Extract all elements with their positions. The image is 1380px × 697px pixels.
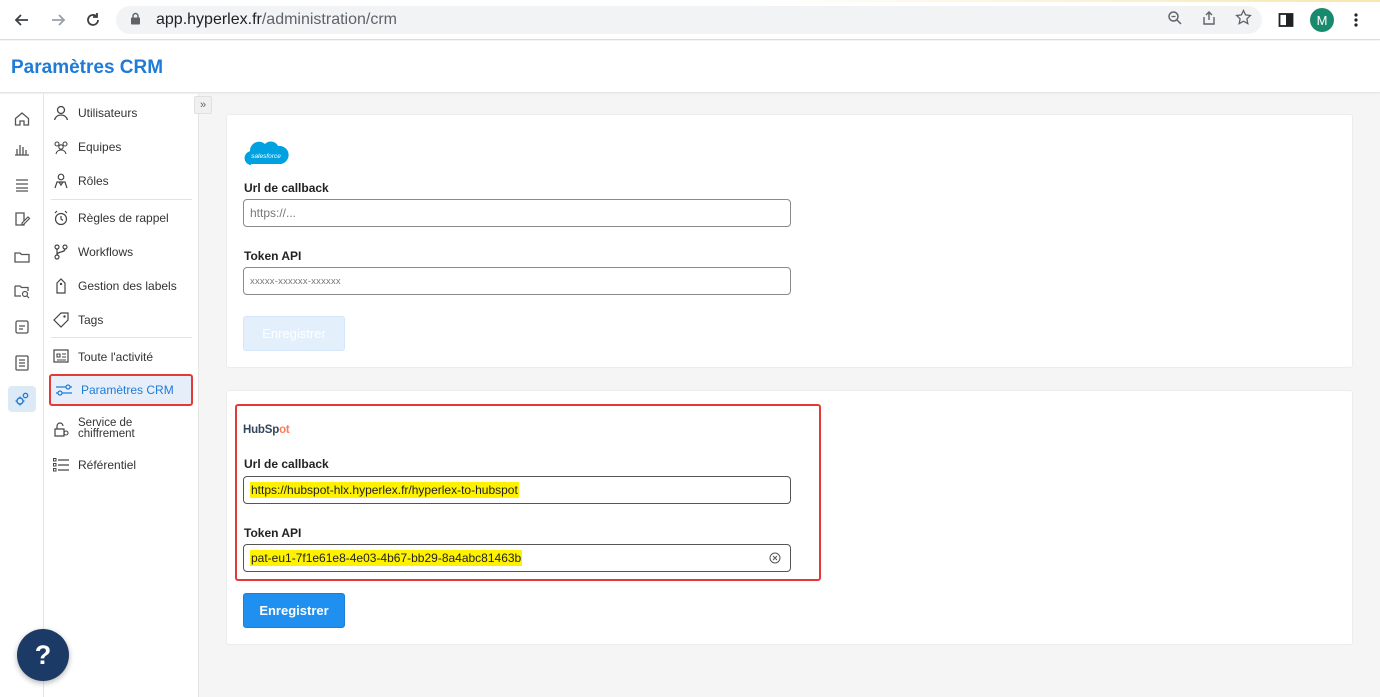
bookmark-star-icon[interactable] [1235,8,1252,31]
profile-avatar[interactable]: M [1310,8,1334,32]
hs-callback-value: https://hubspot-hlx.hyperlex.fr/hyperlex… [250,482,519,498]
share-icon[interactable] [1201,10,1217,31]
sf-callback-input[interactable]: https://... [243,199,791,227]
sf-token-input[interactable]: xxxxx-xxxxxx-xxxxxx [243,267,791,295]
help-button[interactable]: ? [17,629,69,681]
hs-token-value: pat-eu1-7f1e61e8-4e03-4b67-bb29-8a4abc81… [250,550,523,566]
nav-item-equipes[interactable]: Equipes [52,138,192,156]
zoom-icon[interactable] [1167,10,1183,31]
url-path: /administration/crm [261,11,397,28]
hubspot-logo-text: HubSp [243,424,280,436]
sf-token-label: Token API [244,249,302,263]
hs-callback-input[interactable]: https://hubspot-hlx.hyperlex.fr/hyperlex… [243,476,791,504]
workflow-icon [54,244,68,260]
browser-toolbar: app.hyperlex.fr/administration/crm M [0,0,1380,40]
hs-save-button[interactable]: Enregistrer [243,593,345,628]
sf-callback-label: Url de callback [244,181,329,195]
nav-item-label: Rôles [78,174,109,188]
sf-token-placeholder: xxxxx-xxxxxx-xxxxxx [250,275,341,287]
role-icon [54,173,68,189]
reload-icon[interactable] [81,8,105,32]
app-header: Paramètres CRM [0,41,1380,93]
encryption-icon [54,422,69,437]
team-icon [54,141,68,155]
sf-callback-placeholder: https://... [250,206,297,220]
salesforce-card: salesforce Url de callback https://... T… [226,114,1353,368]
address-bar[interactable]: app.hyperlex.fr/administration/crm [116,6,1262,34]
tag-icon [53,312,69,328]
nav-item-label: Référentiel [78,458,137,472]
forward-icon[interactable] [46,8,70,32]
hubspot-card: HubSpot Url de callback https://hubspot-… [226,390,1353,645]
salesforce-logo-text: salesforce [251,153,281,160]
folder-icon[interactable] [8,244,36,270]
sf-save-button[interactable]: Enregistrer [243,316,345,351]
alarm-icon [54,210,68,226]
nav-item-service-de-chiffrement[interactable]: Service de chiffrement [52,416,192,442]
url-host: app.hyperlex.fr [156,11,262,28]
nav-item-referentiel[interactable]: Référentiel [52,456,192,474]
nav-item-label: Workflows [78,245,134,259]
hubspot-logo-sprocket: ot [279,424,290,436]
user-icon [53,105,69,121]
nav-item-label: Utilisateurs [78,106,138,120]
chart-icon[interactable] [8,136,36,162]
nav-item-label-two-line: Service de chiffrement [78,417,135,440]
nav-item-label: Gestion des labels [78,279,177,293]
settings-icon[interactable] [8,386,36,412]
hs-callback-label: Url de callback [244,457,329,471]
nav-item-label: Règles de rappel [78,211,169,225]
hubspot-logo: HubSpot [243,424,290,436]
hs-token-label: Token API [244,526,302,540]
nav-item-gestion-des-labels[interactable]: Gestion des labels [52,277,192,295]
nav-divider [51,337,192,338]
nav-item-workflows[interactable]: Workflows [52,243,192,261]
lock-icon [130,12,148,28]
hs-token-input[interactable]: pat-eu1-7f1e61e8-4e03-4b67-bb29-8a4abc81… [243,544,791,572]
collapse-sidebar-icon[interactable]: » [194,96,212,114]
crm-settings-icon [56,384,72,396]
nav-item-parametres-crm[interactable]: Paramètres CRM [49,374,193,406]
back-icon[interactable] [10,8,34,32]
edit-doc-icon[interactable] [8,206,36,232]
nav-item-regles-de-rappel[interactable]: Règles de rappel [52,209,192,227]
side-panel-icon[interactable] [1278,8,1294,32]
nav-item-label: Paramètres CRM [81,383,174,397]
icon-rail [0,94,44,697]
browser-top-accent [0,0,1380,2]
nav-item-label: Toute l'activité [78,350,153,364]
avatar[interactable]: M [1310,8,1334,32]
nav-item-toute-lactivite[interactable]: Toute l'activité [52,348,192,366]
document-icon[interactable] [8,314,36,340]
folder-search-icon[interactable] [8,278,36,304]
nav-item-label-line2: chiffrement [78,428,135,440]
label-icon [56,278,66,294]
nav-item-utilisateurs[interactable]: Utilisateurs [52,104,192,122]
nav-item-roles[interactable]: Rôles [52,172,192,190]
salesforce-logo: salesforce [244,141,289,165]
inbox-icon[interactable] [8,172,36,198]
report-icon[interactable] [8,350,36,376]
clear-icon[interactable] [769,552,781,564]
nav-item-tags[interactable]: Tags [52,311,192,329]
settings-subnav: Utilisateurs Equipes Rôles Règles de rap… [44,94,199,697]
more-menu-icon[interactable] [1348,8,1364,32]
nav-item-label: Tags [78,313,104,327]
page-title: Paramètres CRM [11,57,164,78]
nav-item-label: Equipes [78,140,122,154]
activity-icon [53,349,69,363]
home-icon[interactable] [8,106,36,132]
nav-divider [51,199,192,200]
list-icon [53,458,69,472]
